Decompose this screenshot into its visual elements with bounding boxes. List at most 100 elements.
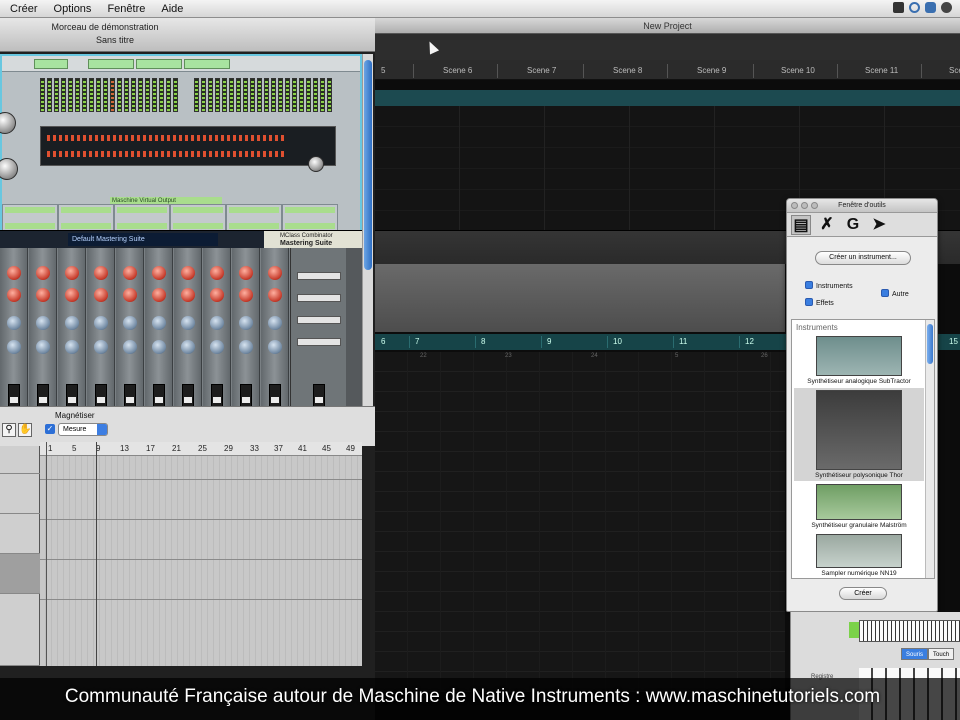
pattern-label: 6 — [381, 337, 386, 346]
magnet-select[interactable]: Mesure — [58, 423, 108, 436]
mixer-side-rail — [346, 248, 362, 420]
zoom-window-icon[interactable] — [811, 202, 818, 209]
mixer-channel — [116, 248, 144, 420]
effects-checkbox[interactable]: Effets — [805, 298, 834, 307]
tool-window: Fenêtre d'outils ▤ ✗ G ➤ Créer un instru… — [786, 198, 938, 612]
mixer-channel — [58, 248, 86, 420]
grid-number: 23 — [505, 353, 512, 359]
grid-number: 24 — [591, 353, 598, 359]
gear-icon[interactable] — [941, 2, 952, 13]
mode-touch[interactable]: Touch — [928, 648, 955, 660]
mixer-14-2 — [0, 248, 362, 420]
mixer-channel — [0, 248, 28, 420]
instrument-item[interactable]: Synthétiseur granulaire Malström — [794, 484, 924, 529]
pattern-grid[interactable]: 22 23 24 5 26 — [375, 352, 785, 692]
grid-number: 22 — [420, 353, 427, 359]
instruments-checkbox-label: Instruments — [816, 283, 853, 290]
instrument-item[interactable]: Synthétiseur polysonique Thor — [794, 388, 924, 481]
instrument-name: Sampler numérique NN19 — [821, 570, 897, 577]
keyboard-range-indicator — [849, 622, 859, 638]
instrument-item[interactable]: Synthétiseur analogique SubTractor — [794, 336, 924, 385]
pattern-label: 8 — [481, 337, 486, 346]
song-position-marker[interactable] — [96, 442, 97, 666]
camera-icon[interactable] — [893, 2, 904, 13]
menu-bar: Créer Options Fenêtre Aide — [0, 0, 960, 18]
mode-souris[interactable]: Souris — [901, 648, 929, 660]
big-meter-button[interactable] — [136, 59, 182, 69]
menu-aide[interactable]: Aide — [153, 0, 191, 18]
magnet-checkbox[interactable]: ✓ — [45, 424, 55, 434]
hardware-interface-header — [2, 56, 360, 72]
select-knob[interactable] — [308, 156, 324, 172]
ruler-label: 25 — [198, 444, 207, 453]
rack-scrollbar[interactable] — [362, 54, 373, 428]
hardware-interface-rack: Maschine Virtual Output — [0, 54, 362, 246]
mini-keyboard[interactable] — [859, 620, 960, 642]
video-caption-bar: Communauté Française autour de Maschine … — [0, 678, 960, 720]
pattern-label: 7 — [415, 337, 420, 346]
sequencer-lanes[interactable] — [40, 456, 362, 666]
loop-left-marker[interactable] — [46, 442, 47, 666]
track-row[interactable] — [0, 554, 40, 594]
scene-label[interactable]: Scene 6 — [443, 66, 472, 75]
mastering-suite-badge: MClass Combinator Mastering Suite — [264, 231, 362, 249]
instrument-item[interactable]: Sampler numérique NN19 — [794, 534, 924, 577]
menu-fenetre[interactable]: Fenêtre — [99, 0, 153, 18]
menu-creer[interactable]: Créer — [0, 0, 46, 18]
track-row[interactable] — [0, 474, 40, 514]
scene-label[interactable]: Scene 11 — [865, 66, 898, 75]
groove-tab-icon[interactable]: G — [843, 215, 863, 235]
more-audio-button[interactable] — [88, 59, 134, 69]
devices-tab-icon[interactable]: ▤ — [791, 215, 811, 235]
sampler-tab-icon[interactable]: ➤ — [869, 215, 889, 235]
create-button[interactable]: Créer — [839, 587, 887, 600]
track-row[interactable] — [0, 446, 40, 474]
mastering-patch-display[interactable]: Default Mastering Suite — [68, 233, 218, 246]
minimize-icon[interactable] — [801, 202, 808, 209]
track-list — [0, 446, 40, 666]
bluetooth-icon[interactable] — [925, 2, 936, 13]
scene-label[interactable]: Scene 9 — [697, 66, 726, 75]
input-mode-segmented: Souris Touch — [901, 648, 955, 660]
pattern-label: 10 — [613, 337, 622, 346]
video-caption-text: Communauté Française autour de Maschine … — [64, 686, 881, 707]
channel-knob[interactable] — [0, 158, 18, 180]
other-checkbox[interactable]: Autre — [881, 289, 909, 298]
checkbox-checked-icon — [805, 281, 813, 289]
ruler-label: 41 — [298, 444, 307, 453]
track-row[interactable] — [0, 594, 40, 666]
scene-label[interactable]: Scene 10 — [781, 66, 815, 75]
track-row[interactable] — [0, 514, 40, 554]
tools-tab-icon[interactable]: ✗ — [817, 215, 837, 235]
menu-options[interactable]: Options — [46, 0, 100, 18]
instrument-name: Synthétiseur polysonique Thor — [815, 472, 903, 479]
ruler-label: 21 — [172, 444, 181, 453]
magnet-label: Magnétiser — [55, 411, 95, 420]
advanced-midi-button[interactable] — [184, 59, 230, 69]
audio-io-button[interactable] — [34, 59, 68, 69]
mixer-channel — [29, 248, 57, 420]
scene-label[interactable]: Sce — [949, 66, 960, 75]
grid-number: 26 — [761, 353, 768, 359]
instrument-list-scrollbar[interactable] — [925, 320, 934, 578]
scene-label[interactable]: Scene 7 — [527, 66, 556, 75]
create-instrument-button[interactable]: Créer un instrument... — [815, 251, 911, 265]
pattern-label: 15 — [949, 337, 958, 346]
pattern-label: 11 — [679, 337, 688, 346]
scene-label[interactable]: Scene 8 — [613, 66, 642, 75]
instruments-checkbox[interactable]: Instruments — [805, 281, 853, 290]
sync-icon[interactable] — [909, 2, 920, 13]
effects-checkbox-label: Effets — [816, 300, 834, 307]
level-knob[interactable] — [0, 112, 16, 134]
mixer-master-section — [290, 248, 346, 420]
mixer-channel — [87, 248, 115, 420]
close-icon[interactable] — [791, 202, 798, 209]
thor-thumbnail — [816, 390, 902, 470]
zoom-icon[interactable]: ⚲ — [2, 423, 16, 437]
scene-timeline-row[interactable] — [375, 90, 960, 106]
hand-icon[interactable]: ✋ — [18, 423, 32, 437]
sequencer-ruler[interactable]: 1 5 9 13 17 21 25 29 33 37 41 45 49 — [40, 442, 362, 456]
scene-label[interactable]: 5 — [381, 66, 385, 75]
ruler-label: 17 — [146, 444, 155, 453]
tool-window-title-text: Fenêtre d'outils — [838, 202, 886, 209]
